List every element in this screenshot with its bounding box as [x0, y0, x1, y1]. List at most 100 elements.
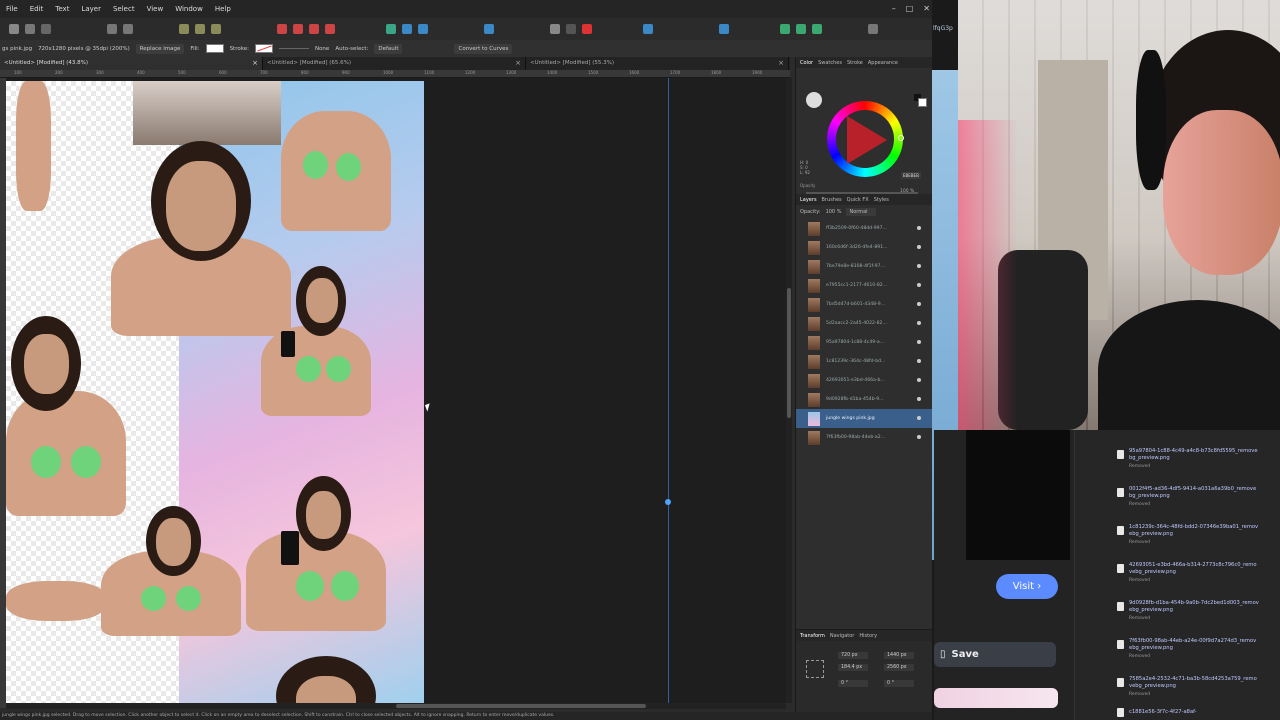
y-field[interactable]: 184.4 px — [838, 664, 868, 671]
download-name[interactable]: c1881e56-3f7c-4f27-a8af- — [1129, 709, 1259, 716]
assistant-icon[interactable] — [719, 24, 729, 34]
tab-document-1[interactable]: <Untitled> [Modified] (43.8%) × — [0, 57, 263, 70]
visibility-icon[interactable] — [917, 283, 921, 287]
visibility-icon[interactable] — [917, 378, 921, 382]
layer-row[interactable]: ff3b2509-0f60-48dd-997... — [796, 219, 933, 238]
fill-swatch[interactable] — [205, 44, 224, 53]
visibility-icon[interactable] — [917, 340, 921, 344]
insert-icon[interactable] — [643, 24, 653, 34]
settings-icon[interactable] — [107, 24, 117, 34]
selection-handle[interactable] — [665, 499, 671, 505]
menu-view[interactable]: View — [141, 5, 170, 13]
tab-quickfx[interactable]: Quick FX — [847, 197, 869, 203]
download-item[interactable]: 42693051-e3bd-466a-b314-2773c8c796c0_rem… — [1075, 550, 1280, 588]
bool-xor-icon[interactable] — [325, 24, 335, 34]
tab-brushes[interactable]: Brushes — [822, 197, 842, 203]
download-name[interactable]: 7f63fb00-98ab-44eb-a24e-00f9d7a274d3_rem… — [1129, 638, 1259, 652]
layer-row[interactable]: 7bd5d47d-b601-4348-9... — [796, 295, 933, 314]
grid-icon[interactable] — [25, 24, 35, 34]
align-icon[interactable] — [484, 24, 494, 34]
view-mode-icon[interactable] — [780, 24, 790, 34]
tab-styles[interactable]: Styles — [874, 197, 889, 203]
horizontal-scrollbar[interactable] — [6, 703, 786, 709]
document-artboard[interactable] — [6, 81, 424, 703]
visibility-icon[interactable] — [917, 302, 921, 306]
close-icon[interactable]: × — [778, 59, 784, 67]
room-photo-layer[interactable] — [133, 81, 281, 145]
rotation-field[interactable]: 0 ° — [838, 680, 868, 687]
tab-history[interactable]: History — [859, 633, 877, 639]
layer-row[interactable]: 160c6d6f-3d26-4fe4-891... — [796, 238, 933, 257]
visibility-icon[interactable] — [917, 264, 921, 268]
cutout-person-3[interactable] — [251, 266, 376, 416]
close-button[interactable]: ✕ — [923, 0, 930, 18]
cutout-person-9[interactable] — [276, 656, 376, 703]
menu-help[interactable]: Help — [209, 5, 237, 13]
bool-subtract-icon[interactable] — [293, 24, 303, 34]
hue-picker[interactable] — [898, 135, 904, 141]
download-name[interactable]: 0012f4f5-ad36-4df5-9414-a031a6a39b0_remo… — [1129, 486, 1259, 500]
tab-document-3[interactable]: <Untitled> [Modified] (55.3%) × — [526, 57, 789, 70]
image-thumbnail[interactable] — [934, 688, 1058, 708]
cutout-person-7[interactable] — [246, 476, 386, 631]
layer-row[interactable]: e7955cc1-2177-4610-82... — [796, 276, 933, 295]
width-field[interactable]: 1440 px — [884, 652, 914, 659]
menu-file[interactable]: File — [0, 5, 24, 13]
tab-stroke[interactable]: Stroke — [847, 60, 863, 66]
convert-to-curves-button[interactable]: Convert to Curves — [454, 43, 513, 54]
layer-row-selected[interactable]: jungle wings pink.jpg — [796, 409, 933, 428]
cutout-person-2[interactable] — [261, 81, 401, 231]
cutout-person-8[interactable] — [6, 561, 106, 631]
vertical-scrollbar[interactable] — [786, 78, 792, 703]
layer-row[interactable]: 7be79e8e-8308-4f1f-97... — [796, 257, 933, 276]
layer-row[interactable]: 5d2aacc2-2a45-4022-82... — [796, 314, 933, 333]
color-triangle[interactable] — [847, 116, 887, 164]
arrange-2-icon[interactable] — [566, 24, 576, 34]
layer-row[interactable]: 9d0928fb-d1ba-454b-9... — [796, 390, 933, 409]
layer-row[interactable]: 42693051-e3bd-466a-b... — [796, 371, 933, 390]
blend-mode-dropdown[interactable]: Normal — [846, 208, 876, 216]
rotate-right-icon[interactable] — [418, 24, 428, 34]
cutout-person-5[interactable] — [6, 81, 56, 211]
layer-row[interactable]: 95a97804-1c88-4c49-a... — [796, 333, 933, 352]
visibility-icon[interactable] — [917, 435, 921, 439]
layer-row[interactable]: 1c81239c-364c-48fd-bd... — [796, 352, 933, 371]
maximize-button[interactable]: □ — [906, 0, 914, 18]
save-button[interactable]: ▯ Save — [934, 642, 1056, 667]
close-icon[interactable]: × — [252, 59, 258, 67]
tab-document-2[interactable]: <Untitled> [Modified] (65.6%) × — [263, 57, 526, 70]
stroke-width-slider[interactable] — [278, 48, 309, 49]
download-item[interactable]: 95a97804-1c88-4c49-a4c8-b73c8fd5595_remo… — [1075, 436, 1280, 474]
close-icon[interactable]: × — [515, 59, 521, 67]
hex-field[interactable]: EBEBEB — [901, 172, 921, 179]
bool-add-icon[interactable] — [277, 24, 287, 34]
menu-edit[interactable]: Edit — [24, 5, 50, 13]
shear-field[interactable]: 0 ° — [884, 680, 914, 687]
arrange-3-icon[interactable] — [582, 24, 592, 34]
tab-appearance[interactable]: Appearance — [868, 60, 898, 66]
layer-row[interactable]: 7f63fb00-98ab-44eb-a2... — [796, 428, 933, 447]
foreground-color-swatch[interactable] — [918, 98, 927, 107]
visibility-icon[interactable] — [917, 359, 921, 363]
visibility-icon[interactable] — [917, 321, 921, 325]
snap-2-icon[interactable] — [195, 24, 205, 34]
menu-select[interactable]: Select — [107, 5, 141, 13]
cutout-person-4[interactable] — [6, 316, 131, 516]
snap-icon[interactable] — [179, 24, 189, 34]
arrange-icon[interactable] — [550, 24, 560, 34]
height-field[interactable]: 2560 px — [884, 664, 914, 671]
download-name[interactable]: 95a97804-1c88-4c49-a4c8-b73c8fd5595_remo… — [1129, 448, 1259, 462]
export-icon[interactable] — [41, 24, 51, 34]
download-name[interactable]: 7585a2e4-2532-4c71-ba3b-58cd4253a759_rem… — [1129, 676, 1259, 690]
persona-icon[interactable] — [9, 24, 19, 34]
x-field[interactable]: 720 px — [838, 652, 868, 659]
visibility-icon[interactable] — [917, 226, 921, 230]
menu-window[interactable]: Window — [169, 5, 209, 13]
tab-color[interactable]: Color — [800, 60, 813, 66]
visibility-icon[interactable] — [917, 397, 921, 401]
bool-intersect-icon[interactable] — [309, 24, 319, 34]
tab-layers[interactable]: Layers — [800, 197, 817, 203]
visibility-icon[interactable] — [917, 245, 921, 249]
download-item[interactable]: 9d0928fb-d1ba-454b-9a0b-7dc2bed1d003_rem… — [1075, 588, 1280, 626]
download-item[interactable]: 0012f4f5-ad36-4df5-9414-a031a6a39b0_remo… — [1075, 474, 1280, 512]
